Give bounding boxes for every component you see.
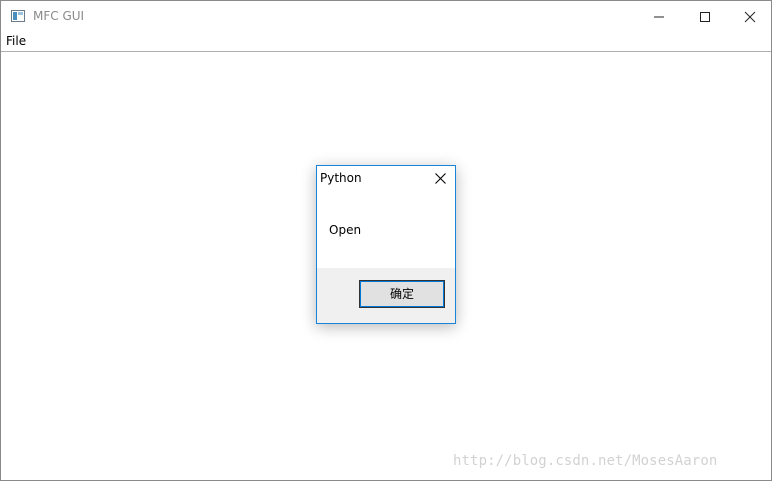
close-icon [435, 173, 446, 184]
message-box-dialog: Python Open 确定 [316, 165, 456, 324]
dialog-message: Open [329, 223, 362, 237]
app-window-icon [11, 10, 25, 22]
menu-item-file[interactable]: File [6, 34, 26, 48]
title-bar[interactable]: MFC GUI [1, 1, 771, 32]
close-icon [744, 11, 756, 23]
ok-button[interactable]: 确定 [359, 280, 445, 308]
minimize-button[interactable] [636, 1, 682, 32]
watermark-text: http://blog.csdn.net/MosesAaron [453, 453, 718, 469]
minimize-icon [654, 16, 664, 18]
dialog-title: Python [320, 171, 362, 185]
dialog-button-area: 确定 [317, 268, 455, 323]
dialog-close-button[interactable] [429, 170, 451, 188]
maximize-icon [700, 12, 710, 22]
menu-bar: File [1, 32, 771, 52]
window-title: MFC GUI [33, 9, 85, 23]
close-button[interactable] [727, 1, 772, 32]
maximize-button[interactable] [682, 1, 728, 32]
